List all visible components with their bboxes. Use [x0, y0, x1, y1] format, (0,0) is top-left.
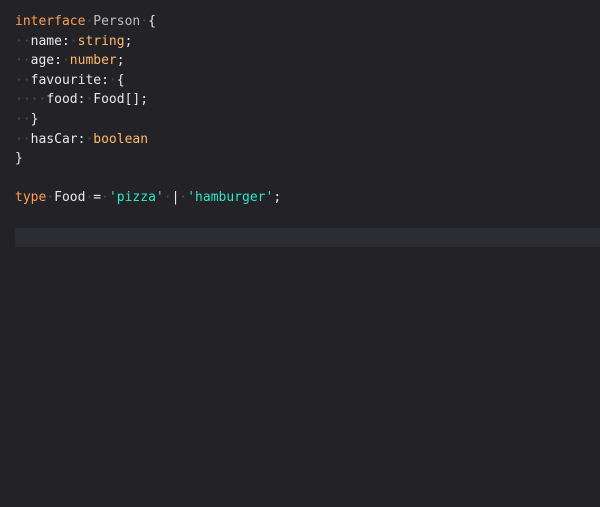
open-brace: {: [116, 72, 125, 88]
property-favourite: favourite: [30, 72, 102, 88]
code-line-5: ····food:·Food[];: [15, 92, 149, 108]
open-brace: {: [148, 14, 156, 29]
string-literal: 'pizza': [108, 190, 164, 206]
code-line-2: ··name:·string;: [15, 33, 133, 49]
code-line-6: ··}: [15, 111, 39, 127]
colon: :: [101, 72, 109, 88]
code-editor[interactable]: interface·Person·{ ··name:·string; ··age…: [0, 0, 600, 507]
type-name: Food: [54, 190, 86, 206]
code-line-4: ··favourite:·{: [15, 72, 125, 88]
code-line-8: }: [15, 149, 600, 169]
keyword-interface: interface: [15, 14, 86, 29]
close-brace: }: [30, 111, 39, 127]
semicolon: ;: [273, 190, 282, 206]
colon: :: [54, 53, 62, 69]
code-line-3: ··age:·number;: [15, 53, 125, 69]
semicolon: ;: [116, 53, 125, 69]
keyword-type: type: [15, 190, 47, 206]
code-line-1: interface·Person·{: [15, 14, 156, 29]
property-food: food: [46, 92, 78, 108]
property-type: Food[]: [93, 92, 141, 108]
property-type: string: [77, 33, 125, 49]
equals: =: [93, 190, 102, 206]
code-lines: interface·Person·{ ··name:·string; ··age…: [15, 12, 600, 248]
property-hascar: hasCar: [30, 131, 78, 147]
property-type: number: [69, 53, 117, 69]
property-type: boolean: [93, 131, 149, 147]
code-line-12-active[interactable]: [15, 227, 600, 248]
code-line-7: ··hasCar:·boolean: [15, 131, 149, 147]
string-literal: 'hamburger': [187, 190, 274, 206]
code-line-10: type·Food·=·'pizza'·|·'hamburger';: [15, 190, 282, 206]
property-name: name: [30, 33, 62, 49]
close-brace: }: [15, 151, 23, 167]
semicolon: ;: [124, 33, 133, 49]
colon: :: [61, 33, 70, 49]
interface-name: Person: [93, 14, 141, 29]
property-age: age: [30, 53, 55, 69]
semicolon: ;: [140, 92, 149, 108]
